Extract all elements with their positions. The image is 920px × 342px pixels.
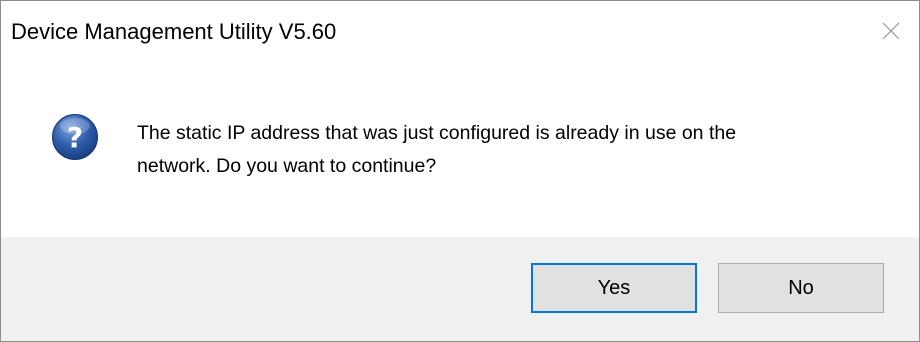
dialog-message: The static IP address that was just conf… <box>137 117 877 183</box>
close-button[interactable] <box>871 11 911 51</box>
no-button[interactable]: No <box>718 263 884 313</box>
dialog-title: Device Management Utility V5.60 <box>11 19 337 44</box>
question-icon: ? <box>52 114 98 160</box>
svg-text:?: ? <box>67 121 83 154</box>
dialog-content: ? The static IP address that was just co… <box>1 63 919 237</box>
title-bar: Device Management Utility V5.60 <box>1 1 919 63</box>
message-line-2: network. Do you want to continue? <box>137 155 437 177</box>
yes-button[interactable]: Yes <box>531 263 697 313</box>
close-icon <box>882 22 900 40</box>
button-bar: Yes No <box>1 237 919 341</box>
message-dialog: Device Management Utility V5.60 ? The st… <box>0 0 920 342</box>
message-line-1: The static IP address that was just conf… <box>137 122 737 144</box>
